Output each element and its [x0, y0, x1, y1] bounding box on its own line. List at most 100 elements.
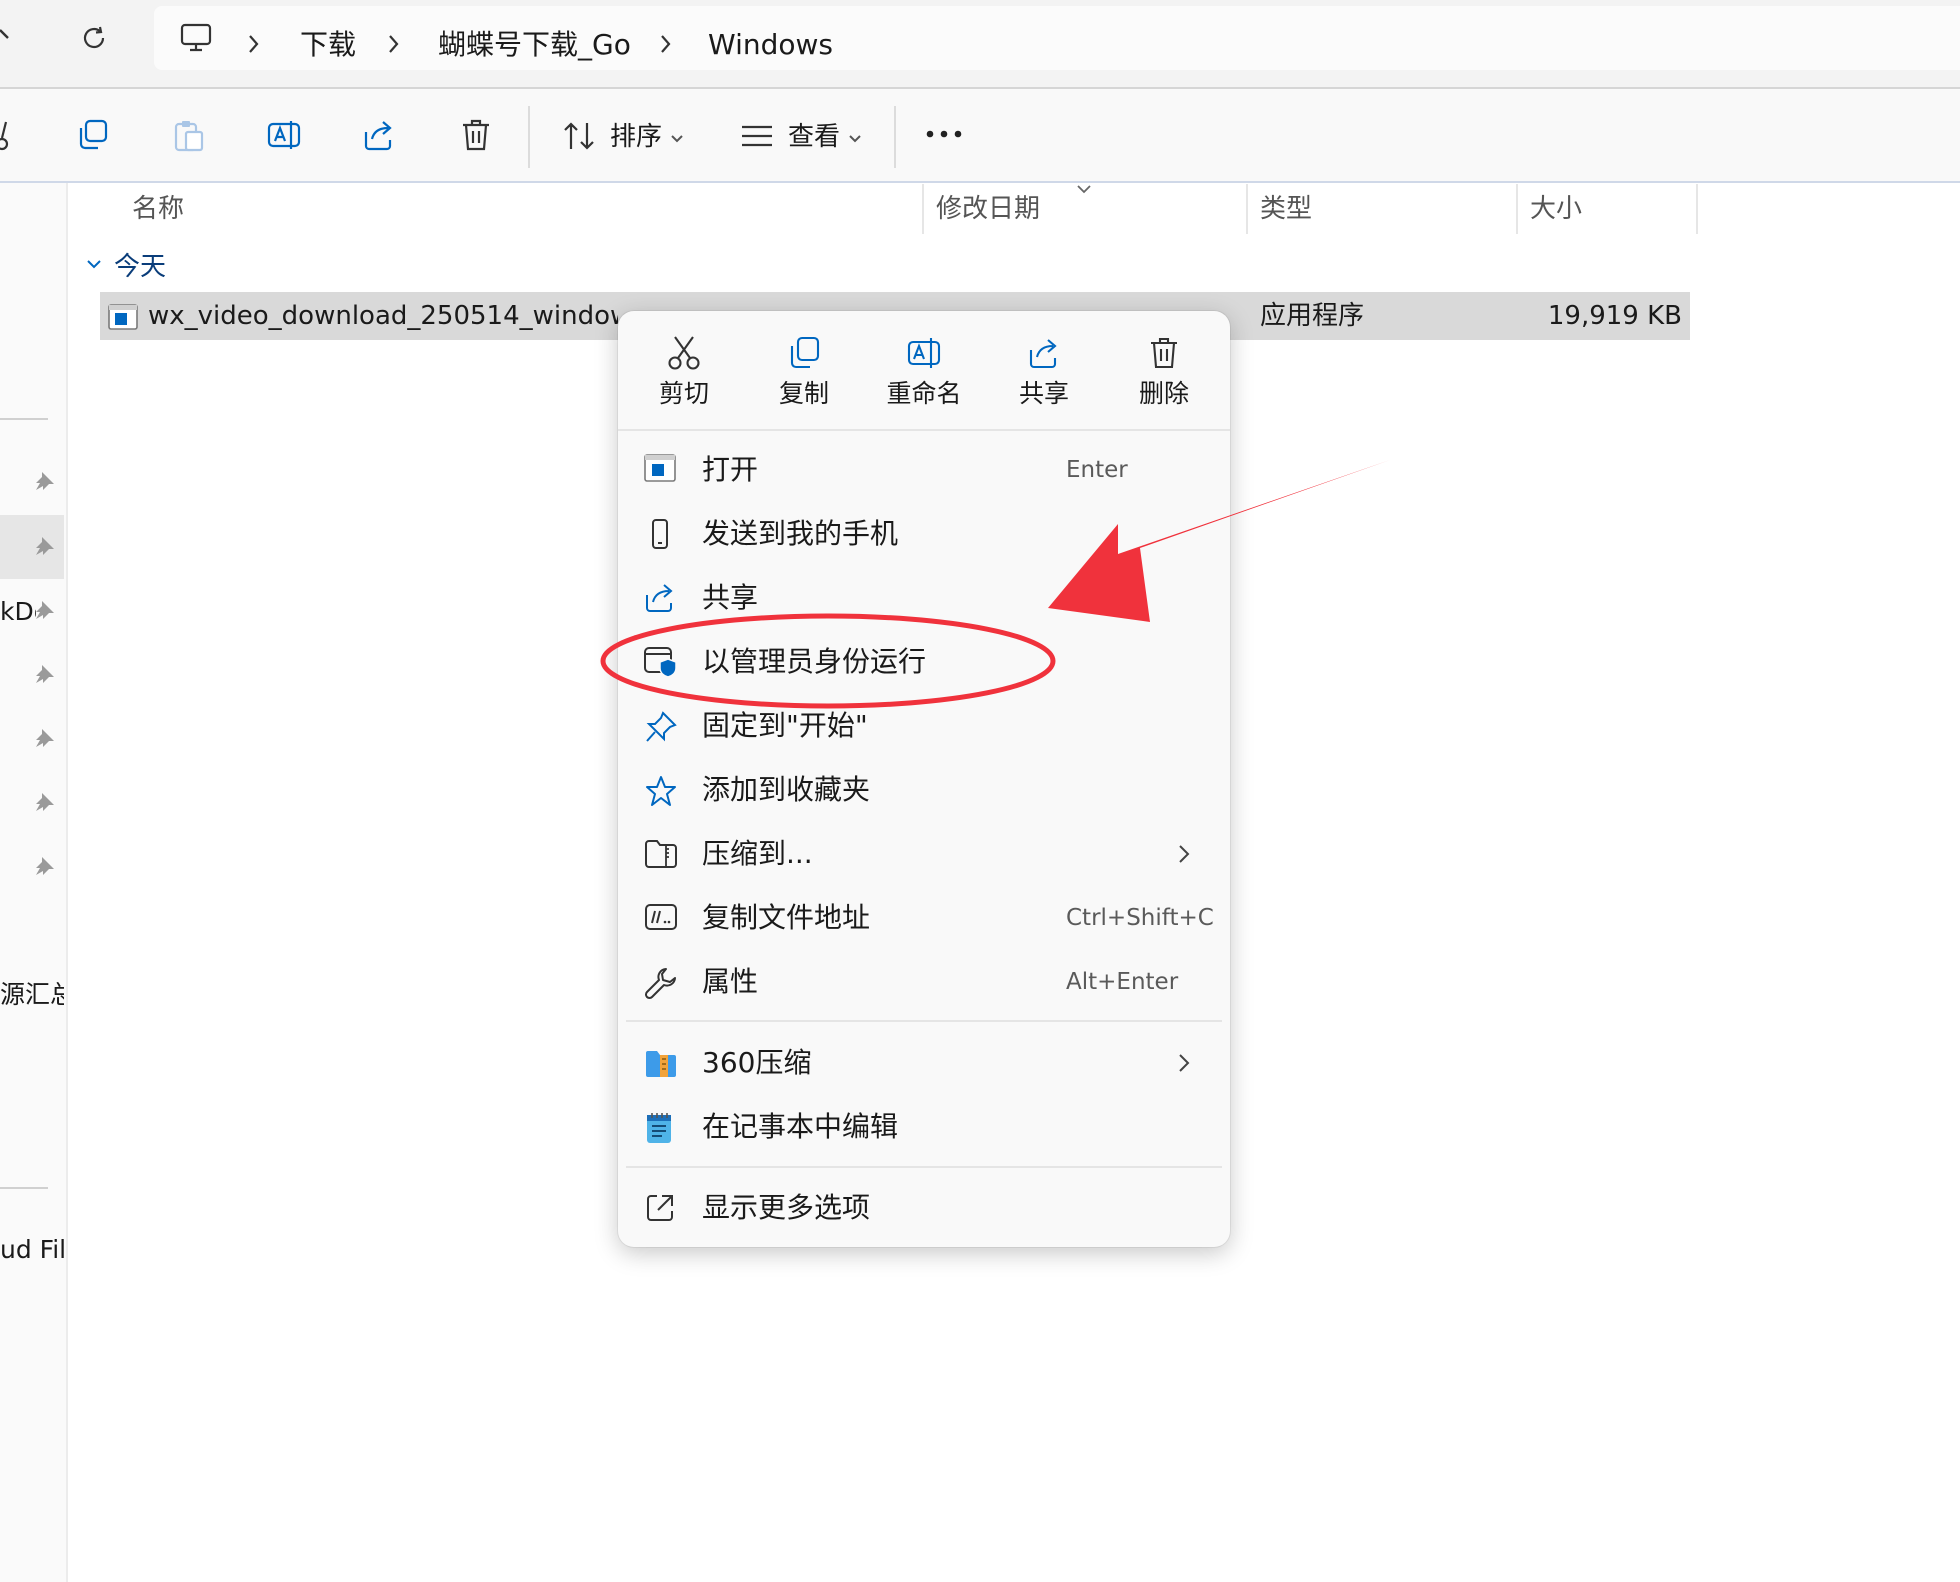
pin-icon — [34, 727, 56, 749]
menu-item-copy-path[interactable]: 复制文件地址 Ctrl+Shift+C — [618, 888, 1230, 948]
menu-item-label: 复制文件地址 — [702, 901, 871, 934]
pin-icon — [34, 599, 56, 621]
breadcrumb-item[interactable]: 蝴蝶号下载_Go — [438, 26, 631, 64]
copy-path-icon — [645, 904, 677, 930]
chevron-down-icon — [849, 135, 861, 143]
chevron-down-icon — [671, 135, 683, 143]
address-bar[interactable]: 下载 蝴蝶号下载_Go Windows — [154, 6, 1960, 70]
menu-item-run-as-admin[interactable]: 以管理员身份运行 — [618, 632, 1230, 692]
chevron-right-icon[interactable] — [388, 33, 400, 55]
menu-item-show-more-options[interactable]: 显示更多选项 — [618, 1178, 1230, 1238]
menu-item-add-to-favorites[interactable]: 添加到收藏夹 — [618, 760, 1230, 820]
file-name[interactable]: wx_video_download_250514_windows_x64 — [148, 292, 618, 340]
share-icon — [646, 584, 673, 612]
column-separator — [1696, 184, 1698, 234]
column-header-modified[interactable]: 修改日期 — [936, 190, 1040, 228]
sort-icon — [564, 122, 594, 150]
toolbar-separator — [528, 106, 530, 168]
column-header-type[interactable]: 类型 — [1260, 190, 1312, 228]
rename-icon[interactable] — [266, 118, 302, 152]
view-list-icon — [742, 125, 772, 147]
wrench-icon — [644, 968, 676, 1000]
zip-folder-icon — [645, 840, 677, 868]
menu-item-properties[interactable]: 属性 Alt+Enter — [618, 952, 1230, 1012]
sort-button[interactable]: 排序 — [558, 112, 690, 162]
pin-icon — [34, 855, 56, 877]
share-icon[interactable] — [362, 118, 396, 152]
menu-item-label: 固定到"开始" — [702, 709, 868, 742]
menu-item-label: 360压缩 — [702, 1046, 812, 1079]
menu-item-label: 显示更多选项 — [702, 1191, 871, 1224]
menu-item-shortcut: Alt+Enter — [1066, 969, 1179, 995]
view-button[interactable]: 查看 — [738, 112, 870, 162]
more-options-icon[interactable] — [924, 128, 964, 140]
rename-label: 重命名 — [886, 379, 962, 408]
menu-separator — [626, 1020, 1222, 1022]
pin-icon — [34, 663, 56, 685]
sort-indicator-icon — [1076, 184, 1092, 194]
column-separator — [922, 184, 924, 234]
delete-button[interactable]: 删除 — [1114, 335, 1214, 411]
navigation-pane: kDo 源汇总 ud File — [0, 183, 68, 1582]
menu-item-label: 添加到收藏夹 — [702, 773, 871, 806]
menu-item-label: 打开 — [702, 453, 759, 486]
group-collapse-icon[interactable] — [86, 258, 102, 270]
toolbar-separator — [894, 106, 896, 168]
share-label: 共享 — [1018, 379, 1069, 408]
menu-item-label: 在记事本中编辑 — [702, 1110, 899, 1143]
menu-separator — [626, 1166, 1222, 1168]
menu-item-shortcut: Ctrl+Shift+C — [1066, 905, 1214, 931]
menu-item-open[interactable]: 打开 Enter — [618, 440, 1230, 500]
chevron-right-icon — [1179, 1054, 1190, 1072]
up-arrow-icon[interactable] — [0, 24, 14, 48]
menu-item-compress-to[interactable]: 压缩到... — [618, 824, 1230, 884]
phone-icon — [652, 519, 668, 549]
admin-shield-icon — [644, 647, 677, 678]
nav-item-label[interactable]: 源汇总 — [0, 978, 64, 1012]
menu-item-edit-in-notepad[interactable]: 在记事本中编辑 — [618, 1097, 1230, 1157]
rename-button[interactable]: 重命名 — [874, 335, 974, 411]
computer-icon[interactable] — [180, 23, 212, 53]
copy-icon[interactable] — [76, 118, 110, 152]
column-separator — [1246, 184, 1248, 234]
file-type: 应用程序 — [1260, 301, 1365, 331]
menu-item-pin-to-start[interactable]: 固定到"开始" — [618, 696, 1230, 756]
application-file-icon — [108, 304, 138, 330]
nav-item-label[interactable]: ud File — [0, 1233, 64, 1267]
star-icon — [646, 776, 676, 806]
refresh-icon[interactable] — [80, 24, 108, 52]
pin-icon — [34, 535, 56, 557]
breadcrumb-item[interactable]: Windows — [708, 26, 833, 64]
cut-label: 剪切 — [658, 379, 709, 408]
menu-item-send-to-phone[interactable]: 发送到我的手机 — [618, 504, 1230, 564]
breadcrumb-item[interactable]: 下载 — [300, 26, 356, 64]
cut-icon[interactable] — [0, 118, 14, 152]
rename-icon — [907, 338, 941, 368]
menu-item-360-compress[interactable]: 360压缩 — [618, 1033, 1230, 1093]
share-button[interactable]: 共享 — [994, 335, 1094, 411]
menu-item-share[interactable]: 共享 — [618, 568, 1230, 628]
nav-divider — [0, 1187, 48, 1189]
paste-icon — [172, 118, 206, 152]
menu-item-shortcut: Enter — [1066, 457, 1128, 483]
column-separator — [1516, 184, 1518, 234]
nav-item-label[interactable]: kDo — [0, 595, 36, 629]
file-size: 19,919 KB — [1547, 301, 1682, 331]
divider — [0, 181, 1960, 183]
chevron-right-icon[interactable] — [660, 33, 672, 55]
chevron-right-icon[interactable] — [248, 33, 260, 55]
group-header-today[interactable]: 今天 — [114, 249, 166, 285]
notepad-icon — [647, 1113, 671, 1143]
app-window-icon — [644, 454, 676, 482]
column-header-size[interactable]: 大小 — [1530, 190, 1582, 228]
delete-label: 删除 — [1138, 379, 1189, 408]
delete-icon[interactable] — [460, 118, 492, 152]
menu-separator — [618, 429, 1230, 431]
column-header-name[interactable]: 名称 — [132, 190, 184, 228]
pin-icon — [34, 470, 56, 492]
scissors-icon — [668, 336, 700, 370]
context-menu: 剪切 复制 重命名 共享 删除 打开 Enter 发送到我的手机 共享 以管理员… — [618, 311, 1230, 1247]
copy-button[interactable]: 复制 — [754, 335, 854, 411]
menu-item-label: 属性 — [702, 965, 759, 998]
cut-button[interactable]: 剪切 — [634, 335, 734, 411]
